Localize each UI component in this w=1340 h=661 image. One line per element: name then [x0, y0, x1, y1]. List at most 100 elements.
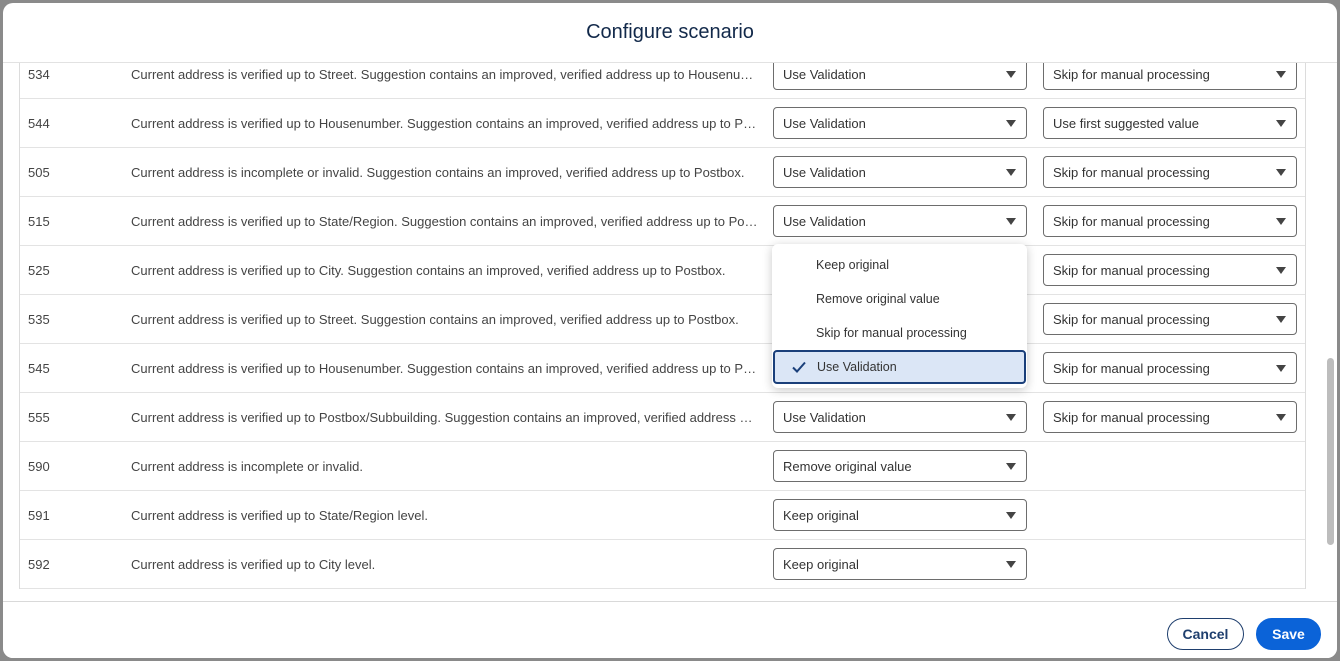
action-dropdown-menu: Keep original Remove original value Skip f…	[772, 244, 1027, 388]
select-value: Use first suggested value	[1053, 115, 1199, 131]
action-select[interactable]: Remove original value	[773, 450, 1027, 482]
action-select[interactable]: Use Validation	[773, 401, 1027, 433]
dropdown-option[interactable]: Use Validation	[773, 350, 1026, 384]
select-value: Keep original	[783, 507, 859, 523]
scenario-code: 525	[28, 262, 50, 278]
caret-down-icon	[1006, 512, 1016, 519]
caret-down-icon	[1276, 71, 1286, 78]
scenario-code: 555	[28, 409, 50, 425]
dropdown-option-label: Skip for manual processing	[816, 326, 967, 340]
action-select[interactable]: Use Validation	[773, 63, 1027, 90]
fallback-select[interactable]: Skip for manual processing	[1043, 156, 1297, 188]
scenario-code: 535	[28, 311, 50, 327]
scenario-description: Current address is verified up to Housen…	[131, 360, 758, 376]
scenario-code: 505	[28, 164, 50, 180]
fallback-select[interactable]: Skip for manual processing	[1043, 205, 1297, 237]
caret-down-icon	[1006, 120, 1016, 127]
table-row: 590 Current address is incomplete or inva…	[20, 442, 1305, 491]
select-value: Use Validation	[783, 164, 866, 180]
caret-down-icon	[1276, 218, 1286, 225]
select-value: Use Validation	[783, 213, 866, 229]
select-value: Use Validation	[783, 66, 866, 82]
scenario-description: Current address is verified up to City. …	[131, 262, 726, 278]
action-select[interactable]: Use Validation	[773, 205, 1027, 237]
dropdown-option-label: Keep original	[816, 258, 889, 272]
dropdown-option-label: Remove original value	[816, 292, 940, 306]
select-value: Skip for manual processing	[1053, 213, 1210, 229]
dropdown-option[interactable]: Remove original value	[772, 282, 1027, 316]
fallback-select[interactable]: Skip for manual processing	[1043, 352, 1297, 384]
scenario-code: 545	[28, 360, 50, 376]
dialog-title: Configure scenario	[586, 21, 754, 43]
scenario-description: Current address is verified up to Street…	[131, 311, 739, 327]
table-row: 525 Current address is verified up to Cit…	[20, 246, 1305, 295]
caret-down-icon	[1006, 71, 1016, 78]
scenario-description: Current address is verified up to Postbo…	[131, 409, 758, 425]
checkmark-icon	[792, 361, 806, 373]
select-value: Remove original value	[783, 458, 912, 474]
caret-down-icon	[1006, 463, 1016, 470]
select-value: Keep original	[783, 556, 859, 572]
caret-down-icon	[1006, 218, 1016, 225]
scenario-code: 544	[28, 115, 50, 131]
save-button[interactable]: Save	[1256, 618, 1321, 650]
scenario-code: 592	[28, 556, 50, 572]
scenario-description: Current address is verified up to Housen…	[131, 115, 758, 131]
select-value: Skip for manual processing	[1053, 66, 1210, 82]
dropdown-option-label: Use Validation	[817, 360, 897, 374]
select-value: Skip for manual processing	[1053, 409, 1210, 425]
fallback-select[interactable]: Skip for manual processing	[1043, 401, 1297, 433]
select-value: Skip for manual processing	[1053, 360, 1210, 376]
scenario-description: Current address is verified up to City l…	[131, 556, 376, 572]
scenario-table: 534 Current address is verified up to Str…	[19, 63, 1306, 589]
caret-down-icon	[1276, 169, 1286, 176]
scenario-code: 590	[28, 458, 50, 474]
caret-down-icon	[1006, 414, 1016, 421]
table-row: 591 Current address is verified up to Sta…	[20, 491, 1305, 540]
action-select[interactable]: Keep original	[773, 548, 1027, 580]
caret-down-icon	[1276, 267, 1286, 274]
dialog-header: Configure scenario	[3, 3, 1337, 63]
table-row: 544 Current address is verified up to Hou…	[20, 99, 1305, 148]
action-select[interactable]: Use Validation	[773, 107, 1027, 139]
dropdown-option[interactable]: Keep original	[772, 248, 1027, 282]
fallback-select[interactable]: Skip for manual processing	[1043, 254, 1297, 286]
cancel-button[interactable]: Cancel	[1167, 618, 1244, 650]
caret-down-icon	[1006, 561, 1016, 568]
dropdown-option[interactable]: Skip for manual processing	[772, 316, 1027, 350]
caret-down-icon	[1276, 414, 1286, 421]
scenario-code: 591	[28, 507, 50, 523]
scenario-description: Current address is incomplete or invalid…	[131, 458, 363, 474]
scenario-code: 515	[28, 213, 50, 229]
table-row: 515 Current address is verified up to Sta…	[20, 197, 1305, 246]
scenario-description: Current address is verified up to Street…	[131, 66, 758, 82]
action-select[interactable]: Keep original	[773, 499, 1027, 531]
table-row: 505 Current address is incomplete or inva…	[20, 148, 1305, 197]
fallback-select[interactable]: Use first suggested value	[1043, 107, 1297, 139]
scenario-description: Current address is incomplete or invalid…	[131, 164, 745, 180]
scenario-table-scroll-area[interactable]: 534 Current address is verified up to Str…	[3, 63, 1337, 601]
scenario-description: Current address is verified up to State/…	[131, 507, 428, 523]
table-row: 555 Current address is verified up to Pos…	[20, 393, 1305, 442]
caret-down-icon	[1276, 316, 1286, 323]
table-row: 534 Current address is verified up to Str…	[20, 63, 1305, 99]
scenario-description: Current address is verified up to State/…	[131, 213, 758, 229]
caret-down-icon	[1276, 120, 1286, 127]
fallback-select[interactable]: Skip for manual processing	[1043, 63, 1297, 90]
action-select[interactable]: Use Validation	[773, 156, 1027, 188]
caret-down-icon	[1006, 169, 1016, 176]
select-value: Skip for manual processing	[1053, 262, 1210, 278]
table-row: 545 Current address is verified up to Hou…	[20, 344, 1305, 393]
configure-scenario-dialog: Configure scenario 534 Current address is…	[3, 3, 1337, 658]
caret-down-icon	[1276, 365, 1286, 372]
select-value: Skip for manual processing	[1053, 311, 1210, 327]
table-row: 535 Current address is verified up to Str…	[20, 295, 1305, 344]
scenario-code: 534	[28, 66, 50, 82]
select-value: Use Validation	[783, 409, 866, 425]
fallback-select[interactable]: Skip for manual processing	[1043, 303, 1297, 335]
select-value: Skip for manual processing	[1053, 164, 1210, 180]
dialog-footer: Cancel Save	[3, 601, 1337, 658]
table-row: 592 Current address is verified up to Cit…	[20, 540, 1305, 589]
vertical-scrollbar[interactable]	[1327, 358, 1334, 545]
select-value: Use Validation	[783, 115, 866, 131]
